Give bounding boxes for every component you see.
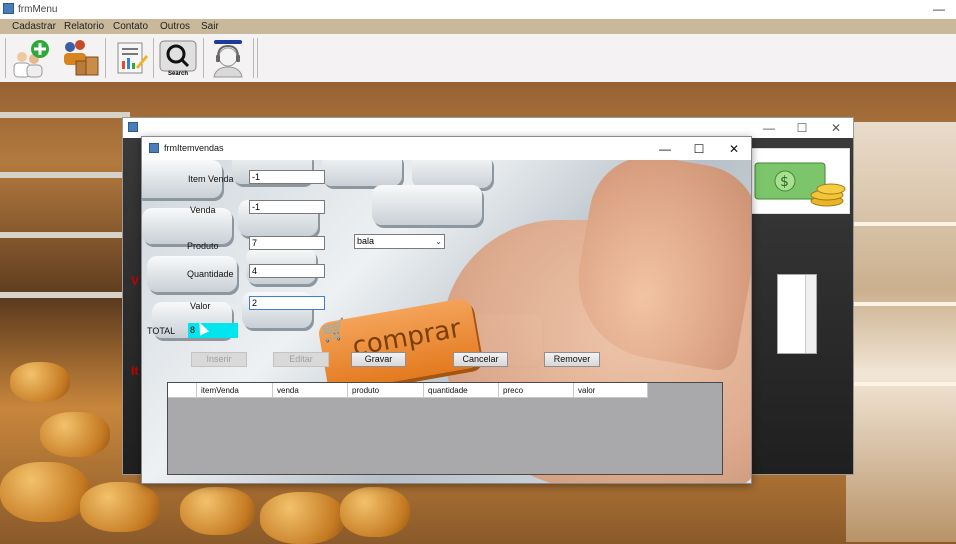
quantidade-label: Quantidade	[187, 269, 234, 279]
toolbar-separator	[153, 38, 154, 78]
toolbar-separator	[5, 38, 6, 78]
shelf	[0, 172, 130, 178]
toolbar-separator	[257, 38, 258, 78]
list-scrollbar[interactable]	[805, 275, 816, 353]
svg-text:$: $	[780, 174, 789, 190]
dialog-title: frmItemvendas	[164, 143, 224, 153]
dialog-titlebar: frmItemvendas — ☐ ✕	[142, 137, 751, 160]
toolbar-separator	[203, 38, 204, 78]
window-icon	[128, 122, 138, 132]
people-boxes-icon	[64, 40, 99, 76]
keyboard-key	[142, 208, 232, 244]
cancelar-button[interactable]: Cancelar	[453, 352, 508, 367]
keyboard-key	[412, 160, 492, 188]
grid-col-venda[interactable]: venda	[273, 383, 348, 398]
background-label-v: V	[131, 274, 140, 288]
bread	[0, 462, 90, 522]
grid-row-header[interactable]	[168, 383, 197, 398]
keyboard-key	[322, 160, 402, 186]
app-icon	[3, 3, 14, 14]
background-window-titlebar: — ☐ ✕	[123, 118, 853, 138]
keyboard-key	[372, 185, 482, 225]
money-image: $	[750, 148, 850, 214]
background-close-button[interactable]: ✕	[828, 121, 844, 135]
cart-icon: 🛒	[320, 317, 349, 344]
minimize-button[interactable]: —	[932, 2, 946, 16]
remover-button[interactable]: Remover	[544, 352, 600, 367]
bread	[180, 487, 255, 535]
add-user-icon	[13, 40, 49, 78]
background-list[interactable]	[777, 274, 817, 354]
menu-cadastrar[interactable]: Cadastrar	[12, 21, 56, 32]
grid-col-itemvenda[interactable]: itemVenda	[197, 383, 273, 398]
add-user-button[interactable]	[8, 37, 52, 79]
bread	[40, 412, 110, 457]
case-shelf	[846, 382, 956, 386]
dialog-minimize-button[interactable]: —	[654, 140, 676, 158]
item-venda-field[interactable]: -1	[249, 170, 325, 184]
background-label-it: It	[131, 364, 139, 378]
toolbar-separator	[253, 38, 254, 78]
display-case	[846, 122, 956, 542]
menu-relatorio[interactable]: Relatorio	[64, 21, 104, 32]
bread	[80, 482, 160, 532]
search-button-label: Search	[168, 71, 189, 77]
case-shelf	[846, 222, 956, 226]
main-window-title: frmMenu	[18, 4, 58, 15]
toolbar: Search	[0, 34, 956, 82]
money-icon: $	[754, 162, 846, 207]
grid-col-quantidade[interactable]: quantidade	[424, 383, 499, 398]
shelf	[0, 292, 130, 298]
main-titlebar: frmMenu —	[0, 0, 956, 19]
customers-products-button[interactable]	[58, 37, 102, 79]
produto-combo-value: bala	[357, 236, 375, 246]
support-button[interactable]	[206, 37, 250, 79]
bread	[340, 487, 410, 537]
item-venda-label: Item Venda	[188, 174, 234, 184]
chevron-down-icon[interactable]: ⌄	[435, 235, 442, 248]
grid-col-valor[interactable]: valor	[574, 383, 648, 398]
dialog-maximize-button[interactable]: ☐	[688, 140, 710, 158]
venda-label: Venda	[190, 205, 216, 215]
valor-label: Valor	[190, 301, 211, 311]
report-button[interactable]	[108, 37, 152, 79]
grid-col-produto[interactable]: produto	[348, 383, 424, 398]
editar-button[interactable]: Editar	[273, 352, 329, 367]
shelf	[0, 232, 130, 238]
shelf	[0, 112, 130, 118]
dialog-icon	[149, 143, 159, 153]
bread	[10, 362, 70, 402]
dialog-close-button[interactable]: ✕	[723, 140, 745, 158]
total-label: TOTAL	[147, 326, 176, 336]
background-minimize-button[interactable]: —	[761, 121, 777, 135]
menu-contato[interactable]: Contato	[113, 21, 148, 32]
items-grid[interactable]: itemVenda venda produto quantidade preco…	[167, 382, 723, 475]
inserir-button[interactable]: Inserir	[191, 352, 247, 367]
produto-field[interactable]: 7	[249, 236, 325, 250]
toolbar-separator	[105, 38, 106, 78]
gravar-button[interactable]: Gravar	[351, 352, 406, 367]
report-icon	[117, 42, 148, 74]
venda-field[interactable]: -1	[249, 200, 325, 214]
dialog-body: 🛒 comprar Item Venda Venda Produto Quant…	[142, 160, 751, 483]
background-maximize-button[interactable]: ☐	[794, 121, 810, 135]
valor-field[interactable]: 2	[249, 296, 325, 310]
produto-combo[interactable]: bala ⌄	[354, 234, 445, 249]
support-agent-icon	[213, 40, 243, 78]
bread	[260, 492, 345, 544]
menu-outros[interactable]: Outros	[160, 21, 190, 32]
menu-bar: Cadastrar Relatorio Contato Outros Sair	[0, 19, 956, 54]
search-button[interactable]: Search	[156, 37, 200, 79]
quantidade-field[interactable]: 4	[249, 264, 325, 278]
grid-header: itemVenda venda produto quantidade preco…	[168, 383, 648, 398]
produto-label: Produto	[187, 241, 219, 251]
menu-sair[interactable]: Sair	[201, 21, 219, 32]
grid-col-preco[interactable]: preco	[499, 383, 574, 398]
case-shelf	[846, 302, 956, 306]
item-vendas-dialog: frmItemvendas — ☐ ✕ 🛒 comprar Item Venda…	[141, 136, 752, 484]
